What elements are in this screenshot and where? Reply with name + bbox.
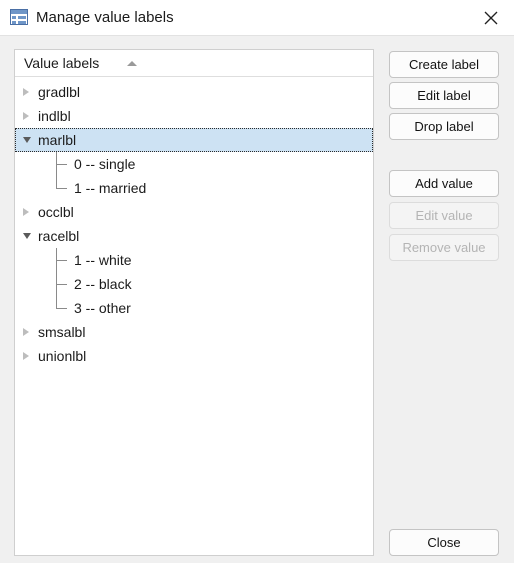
tree-child-racelbl-1[interactable]: 2 -- black [15,272,373,296]
remove-value-button: Remove value [389,234,499,261]
title-bar: Manage value labels [0,0,514,36]
add-value-button[interactable]: Add value [389,170,499,197]
tree-node-label: indlbl [38,108,71,124]
close-button[interactable]: Close [389,529,499,556]
tree-connector [56,248,69,272]
tree-node-gradlbl[interactable]: gradlbl [15,80,373,104]
tree-node-label: unionlbl [38,348,87,364]
tree-node-label: racelbl [38,228,80,244]
tree-child-marlbl-0[interactable]: 0 -- single [15,152,373,176]
close-icon[interactable] [468,0,514,35]
tree-child-label: 1 -- married [74,180,147,196]
edit-label-button[interactable]: Edit label [389,82,499,109]
tree-node-unionlbl[interactable]: unionlbl [15,344,373,368]
list-column-header-label: Value labels [24,55,100,71]
tree-child-label: 1 -- white [74,252,132,268]
chevron-right-icon[interactable] [23,112,29,120]
value-labels-icon [10,9,28,25]
tree-connector [56,152,69,176]
window-title: Manage value labels [36,9,174,26]
tree-connector [56,296,69,320]
value-labels-tree: gradlbl indlbl marlbl 0 -- single 1 -- m… [15,77,373,368]
tree-node-marlbl[interactable]: marlbl [15,128,373,152]
sort-ascending-icon [127,61,137,66]
chevron-right-icon[interactable] [23,88,29,96]
tree-child-marlbl-1[interactable]: 1 -- married [15,176,373,200]
chevron-right-icon[interactable] [23,328,29,336]
tree-node-smsalbl[interactable]: smsalbl [15,320,373,344]
tree-node-label: marlbl [38,132,77,148]
chevron-down-icon[interactable] [23,233,31,239]
chevron-right-icon[interactable] [23,208,29,216]
tree-node-label: gradlbl [38,84,81,100]
chevron-right-icon[interactable] [23,352,29,360]
tree-node-racelbl[interactable]: racelbl [15,224,373,248]
tree-child-racelbl-0[interactable]: 1 -- white [15,248,373,272]
drop-label-button[interactable]: Drop label [389,113,499,140]
tree-child-label: 2 -- black [74,276,132,292]
tree-child-label: 3 -- other [74,300,131,316]
tree-node-label: smsalbl [38,324,86,340]
tree-node-occlbl[interactable]: occlbl [15,200,373,224]
tree-node-label: occlbl [38,204,74,220]
list-column-header[interactable]: Value labels [15,50,373,77]
chevron-down-icon[interactable] [23,137,31,143]
tree-connector [56,272,69,296]
tree-child-racelbl-2[interactable]: 3 -- other [15,296,373,320]
tree-node-indlbl[interactable]: indlbl [15,104,373,128]
value-labels-listbox[interactable]: Value labels gradlbl indlbl marlbl 0 -- … [14,49,374,556]
edit-value-button: Edit value [389,202,499,229]
create-label-button[interactable]: Create label [389,51,499,78]
tree-connector [56,176,69,200]
tree-child-label: 0 -- single [74,156,136,172]
